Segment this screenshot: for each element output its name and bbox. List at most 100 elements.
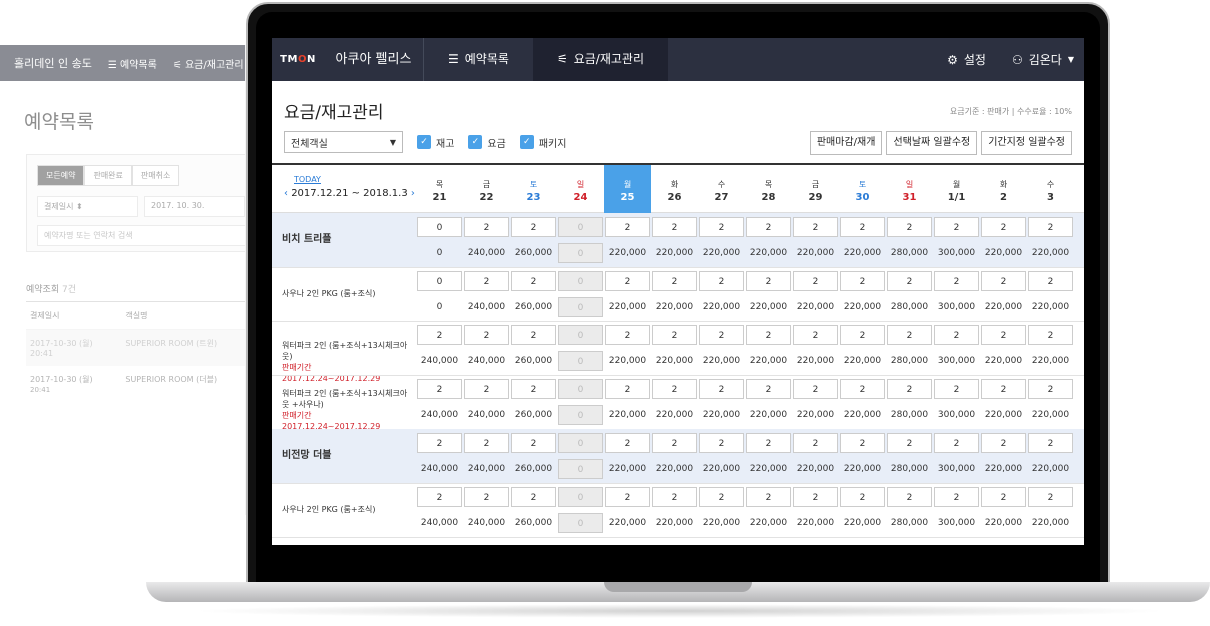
bulk-edit-selected-button[interactable]: 선택날짜 일괄수정	[886, 131, 978, 155]
price-value[interactable]: 220,000	[605, 243, 650, 263]
menu-reservations[interactable]: ☰ 예약목록	[424, 38, 533, 81]
stock-input[interactable]: 2	[417, 433, 462, 453]
price-value[interactable]: 0	[558, 297, 603, 317]
date-column-header[interactable]: 화 26	[651, 165, 698, 213]
price-value[interactable]: 220,000	[605, 513, 650, 533]
price-value[interactable]: 240,000	[464, 297, 509, 317]
stock-input[interactable]: 2	[840, 379, 885, 399]
stock-input[interactable]: 2	[887, 433, 932, 453]
price-value[interactable]: 240,000	[464, 459, 509, 479]
stock-input[interactable]: 2	[417, 379, 462, 399]
stock-input[interactable]: 2	[1028, 217, 1073, 237]
stock-input[interactable]: 2	[981, 217, 1026, 237]
menu-rates[interactable]: ⚟ 요금/재고관리	[532, 38, 668, 81]
date-column-header[interactable]: 일 24	[557, 165, 604, 213]
price-value[interactable]: 240,000	[417, 351, 462, 371]
stock-input[interactable]: 2	[652, 433, 697, 453]
price-value[interactable]: 220,000	[840, 243, 885, 263]
price-value[interactable]: 220,000	[652, 351, 697, 371]
price-value[interactable]: 280,000	[887, 459, 932, 479]
price-value[interactable]: 240,000	[464, 513, 509, 533]
stock-input[interactable]: 2	[981, 487, 1026, 507]
price-value[interactable]: 220,000	[746, 513, 791, 533]
stock-input[interactable]: 0	[417, 217, 462, 237]
stock-input[interactable]: 2	[1028, 271, 1073, 291]
stock-input[interactable]: 2	[605, 433, 650, 453]
price-value[interactable]: 220,000	[1028, 351, 1073, 371]
price-value[interactable]: 300,000	[934, 351, 979, 371]
date-column-header[interactable]: 금 22	[463, 165, 510, 213]
price-value[interactable]: 220,000	[793, 405, 838, 425]
price-value[interactable]: 220,000	[652, 297, 697, 317]
stock-input[interactable]: 2	[1028, 433, 1073, 453]
stock-input[interactable]: 2	[699, 379, 744, 399]
stock-input[interactable]: 2	[605, 271, 650, 291]
tmon-logo[interactable]: TMON	[272, 54, 324, 65]
price-value[interactable]: 300,000	[934, 297, 979, 317]
price-value[interactable]: 220,000	[1028, 513, 1073, 533]
price-value[interactable]: 260,000	[511, 297, 556, 317]
stock-input[interactable]: 2	[746, 433, 791, 453]
date-column-header[interactable]: 일 31	[886, 165, 933, 213]
stock-input[interactable]: 2	[1028, 487, 1073, 507]
price-value[interactable]: 260,000	[511, 243, 556, 263]
user-menu[interactable]: ⚇ 김온다 ▼	[1012, 51, 1074, 68]
settings-button[interactable]: ⚙ 설정	[947, 51, 986, 68]
price-value[interactable]: 0	[558, 459, 603, 479]
price-value[interactable]: 220,000	[699, 297, 744, 317]
price-value[interactable]: 280,000	[887, 297, 932, 317]
price-value[interactable]: 240,000	[417, 513, 462, 533]
price-value[interactable]: 220,000	[746, 405, 791, 425]
price-value[interactable]: 220,000	[746, 243, 791, 263]
stock-input[interactable]: 2	[464, 325, 509, 345]
date-column-header[interactable]: 수3	[1027, 165, 1074, 213]
stock-input[interactable]: 2	[887, 487, 932, 507]
price-value[interactable]: 220,000	[652, 405, 697, 425]
price-value[interactable]: 220,000	[605, 351, 650, 371]
price-value[interactable]: 300,000	[934, 243, 979, 263]
room-select[interactable]: 전체객실 ▼	[284, 131, 403, 153]
stock-input[interactable]: 2	[511, 217, 556, 237]
stock-input[interactable]: 2	[934, 379, 979, 399]
stock-input[interactable]: 2	[699, 433, 744, 453]
stock-input[interactable]: 2	[605, 217, 650, 237]
price-value[interactable]: 240,000	[464, 405, 509, 425]
stock-input[interactable]: 2	[793, 325, 838, 345]
checkbox-stock[interactable]: ✓ 재고	[417, 135, 454, 150]
price-value[interactable]: 300,000	[934, 513, 979, 533]
price-value[interactable]: 220,000	[746, 459, 791, 479]
sale-close-button[interactable]: 판매마감/재개	[809, 131, 883, 155]
stock-input[interactable]: 2	[417, 487, 462, 507]
price-value[interactable]: 0	[558, 351, 603, 371]
price-value[interactable]: 220,000	[699, 459, 744, 479]
today-link[interactable]: TODAY	[294, 175, 321, 184]
price-value[interactable]: 220,000	[605, 297, 650, 317]
price-value[interactable]: 220,000	[840, 459, 885, 479]
price-value[interactable]: 220,000	[840, 513, 885, 533]
stock-input[interactable]: 2	[746, 217, 791, 237]
price-value[interactable]: 240,000	[417, 405, 462, 425]
price-value[interactable]: 220,000	[746, 351, 791, 371]
stock-input[interactable]: 2	[981, 379, 1026, 399]
price-value[interactable]: 0	[558, 405, 603, 425]
stock-input[interactable]: 2	[934, 271, 979, 291]
price-value[interactable]: 220,000	[840, 351, 885, 371]
stock-input[interactable]: 2	[417, 325, 462, 345]
price-value[interactable]: 220,000	[1028, 405, 1073, 425]
price-value[interactable]: 220,000	[981, 243, 1026, 263]
stock-input[interactable]: 2	[652, 271, 697, 291]
stock-input[interactable]: 2	[981, 325, 1026, 345]
stock-input[interactable]: 2	[605, 487, 650, 507]
price-value[interactable]: 220,000	[746, 297, 791, 317]
stock-input[interactable]: 2	[887, 217, 932, 237]
price-value[interactable]: 0	[558, 243, 603, 263]
stock-input[interactable]: 2	[511, 487, 556, 507]
next-arrow-icon[interactable]: ›	[411, 188, 415, 199]
price-value[interactable]: 0	[417, 243, 462, 263]
price-value[interactable]: 220,000	[981, 459, 1026, 479]
stock-input[interactable]: 2	[464, 217, 509, 237]
stock-input[interactable]: 2	[934, 433, 979, 453]
price-value[interactable]: 220,000	[793, 351, 838, 371]
stock-input[interactable]: 2	[1028, 379, 1073, 399]
stock-input[interactable]: 2	[464, 433, 509, 453]
